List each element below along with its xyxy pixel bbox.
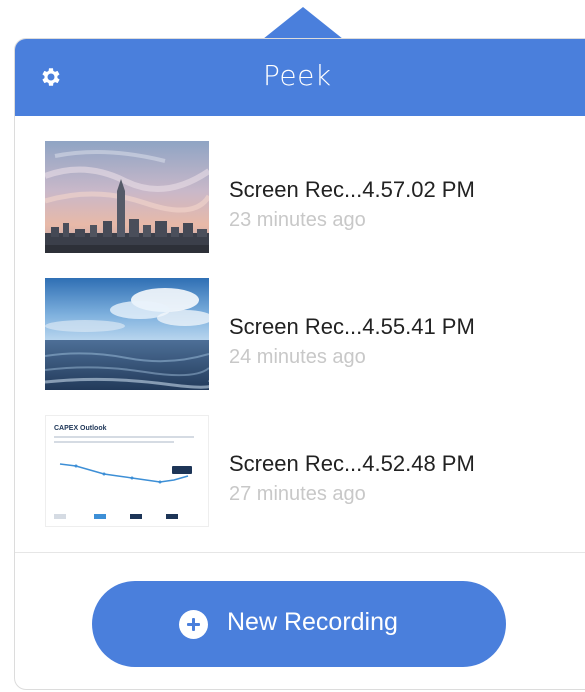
recording-name: Screen Rec...4.57.02 PM <box>229 177 475 202</box>
chart-slide-image: CAPEX Outlook <box>46 416 208 526</box>
ocean-image <box>45 278 209 390</box>
recording-name: Screen Rec...4.55.41 PM <box>229 314 475 339</box>
recording-thumbnail: CAPEX Outlook <box>45 415 209 527</box>
new-recording-label: New Recording <box>227 608 398 636</box>
thumbnail-slide-title: CAPEX Outlook <box>54 425 107 432</box>
recording-item[interactable]: Screen Rec...4.55.41 PM 24 minutes ago <box>15 266 585 390</box>
footer-divider <box>15 552 585 553</box>
plus-circle-icon <box>179 610 208 639</box>
recording-item[interactable]: Screen Rec...4.57.02 PM 23 minutes ago <box>15 129 585 253</box>
recording-time: 23 minutes ago <box>229 209 366 231</box>
peek-popover: Peek Screen Rec...4.57.02 PM 23 minutes … <box>14 38 585 690</box>
recording-item[interactable]: CAPEX Outlook Screen Rec...4.52.48 PM 27 <box>15 403 585 527</box>
recording-time: 24 minutes ago <box>229 346 366 368</box>
header-bar: Peek <box>15 39 585 116</box>
city-skyline-image <box>45 141 209 253</box>
new-recording-button[interactable]: New Recording <box>92 581 506 667</box>
recording-thumbnail <box>45 278 209 390</box>
gear-icon[interactable] <box>39 65 63 89</box>
app-title: Peek <box>263 59 332 92</box>
recording-thumbnail <box>45 141 209 253</box>
recording-name: Screen Rec...4.52.48 PM <box>229 451 475 476</box>
recording-time: 27 minutes ago <box>229 483 366 505</box>
popover-arrow <box>263 7 343 39</box>
